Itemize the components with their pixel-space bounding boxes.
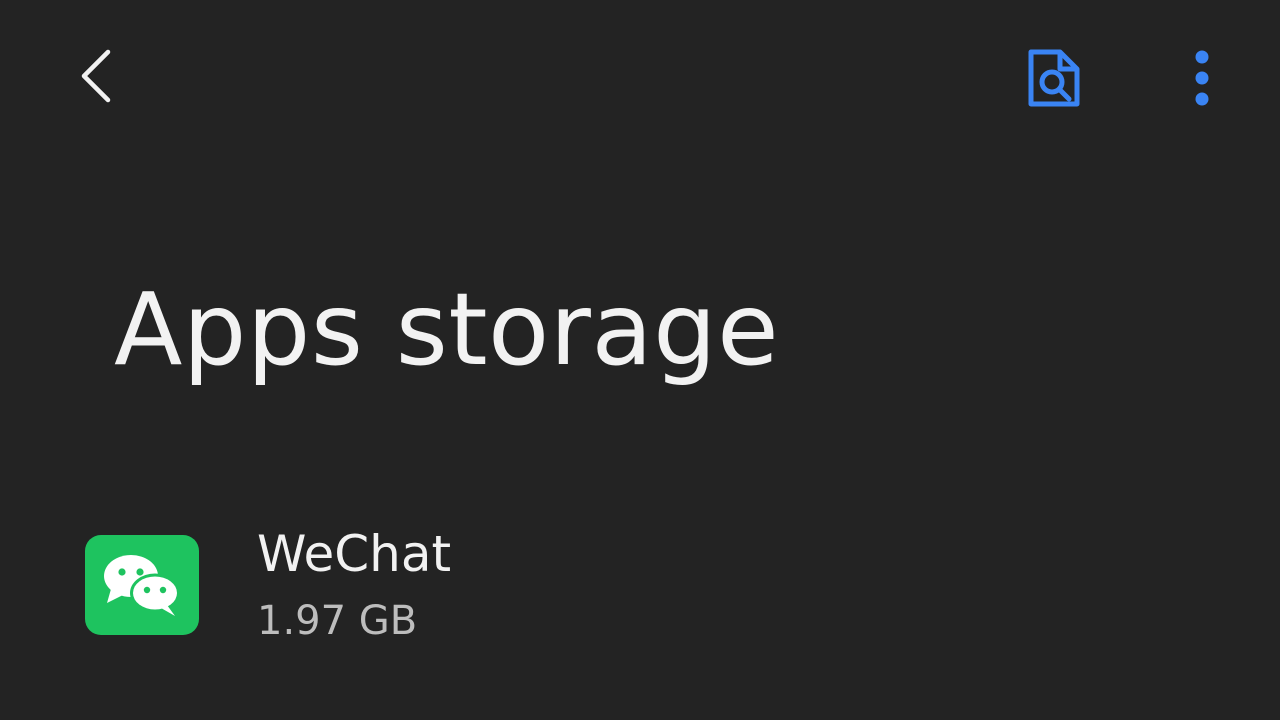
search-files-button[interactable]	[1012, 38, 1094, 118]
app-list-item-wechat[interactable]: WeChat 1.97 GB	[0, 510, 1280, 660]
apps-storage-screen: Apps storage WeChat 1.97 GB	[0, 0, 1280, 720]
app-size: 1.97 GB	[257, 598, 418, 644]
page-title: Apps storage	[114, 271, 780, 388]
more-vertical-icon	[1195, 50, 1209, 106]
more-options-button[interactable]	[1168, 40, 1236, 116]
wechat-icon	[85, 535, 199, 635]
document-search-icon	[1028, 49, 1080, 107]
app-name: WeChat	[257, 525, 452, 583]
back-button[interactable]	[62, 42, 130, 110]
chevron-left-icon	[81, 49, 111, 103]
